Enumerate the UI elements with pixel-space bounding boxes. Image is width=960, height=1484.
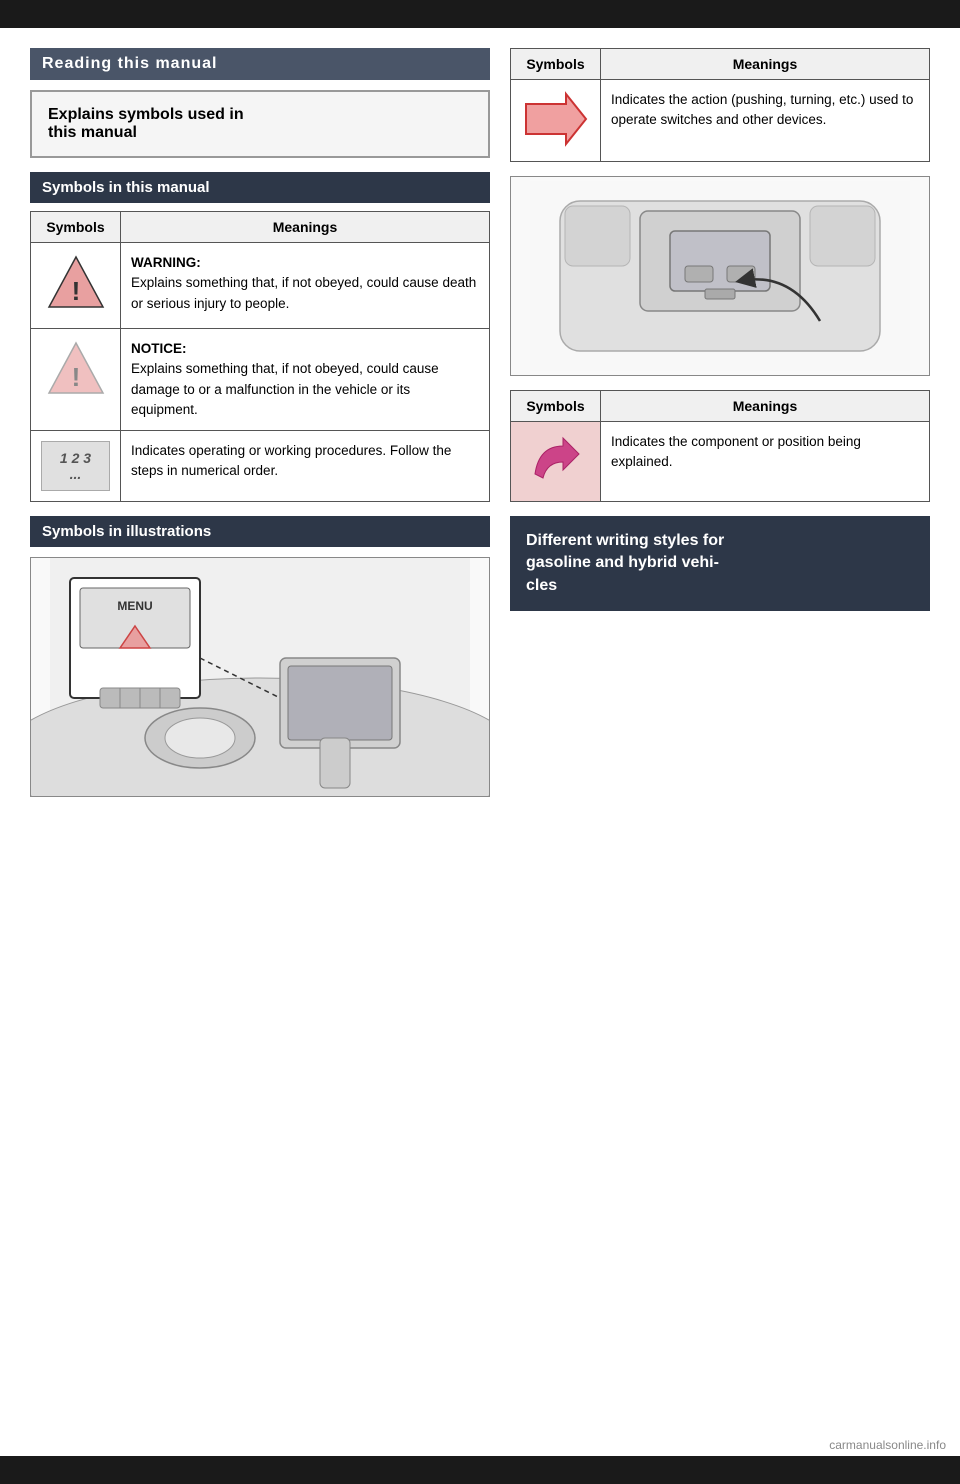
right-symbols-table-1: Symbols Meanings Indicates the action (p… xyxy=(510,48,930,162)
table-row: Indicates the action (pushing, turning, … xyxy=(511,80,930,162)
notice-meaning-cell: NOTICE: Explains something that, if not … xyxy=(121,329,490,431)
left-column: Reading this manual Explains symbols use… xyxy=(30,48,490,797)
explains-box: Explains symbols used in this manual xyxy=(30,90,490,158)
symbols-table: Symbols Meanings ! xyxy=(30,211,490,502)
action-meaning-cell: Indicates the action (pushing, turning, … xyxy=(601,80,930,162)
curved-arrow-symbol-cell xyxy=(511,422,601,502)
dashboard-illustration: MENU xyxy=(30,557,490,797)
warning-meaning-cell: WARNING: Explains something that, if not… xyxy=(121,243,490,329)
svg-text:!: ! xyxy=(71,276,80,306)
watermark: carmanualsonline.info xyxy=(829,1438,946,1452)
component-meaning-cell: Indicates the component or position bein… xyxy=(601,422,930,502)
table-row: Indicates the component or position bein… xyxy=(511,422,930,502)
curved-arrow-icon xyxy=(525,432,587,488)
right-symbols-table-2: Symbols Meanings Indicates the component… xyxy=(510,390,930,502)
top-bar xyxy=(0,0,960,28)
svg-text:!: ! xyxy=(71,362,80,392)
svg-text:MENU: MENU xyxy=(117,599,152,613)
right-column: Symbols Meanings Indicates the action (p… xyxy=(510,48,930,797)
overhead-car-illustration xyxy=(510,176,930,376)
bottom-bar xyxy=(0,1456,960,1484)
action-arrow-icon xyxy=(522,90,590,148)
notice-symbol-cell: ! xyxy=(31,329,121,431)
steps-meaning-cell: Indicates operating or working procedure… xyxy=(121,431,490,502)
right-symbols-col1: Symbols xyxy=(511,49,601,80)
main-header: Reading this manual xyxy=(30,48,490,80)
illustrations-header: Symbols in illustrations xyxy=(30,516,490,547)
steps-icon: 1 2 3 ... xyxy=(41,441,110,491)
right-symbols-col2: Symbols xyxy=(511,391,601,422)
warning-triangle-icon: ! xyxy=(45,253,107,315)
right-meanings-col1: Meanings xyxy=(601,49,930,80)
right-meanings-col2: Meanings xyxy=(601,391,930,422)
table-row: 1 2 3 ... Indicates operating or working… xyxy=(31,431,490,502)
table-row: ! WARNING: Explains something that, if n… xyxy=(31,243,490,329)
table-row: ! NOTICE: Explains something that, if no… xyxy=(31,329,490,431)
symbols-col-header: Symbols xyxy=(31,212,121,243)
meanings-col-header: Meanings xyxy=(121,212,490,243)
symbols-section-header: Symbols in this manual xyxy=(30,172,490,203)
steps-symbol-cell: 1 2 3 ... xyxy=(31,431,121,502)
notice-triangle-icon: ! xyxy=(41,339,110,404)
diff-writing-box: Different writing styles for gasoline an… xyxy=(510,516,930,611)
explains-text: Explains symbols used in this manual xyxy=(48,106,472,142)
action-arrow-symbol-cell xyxy=(511,80,601,162)
warning-symbol-cell: ! xyxy=(31,243,121,329)
